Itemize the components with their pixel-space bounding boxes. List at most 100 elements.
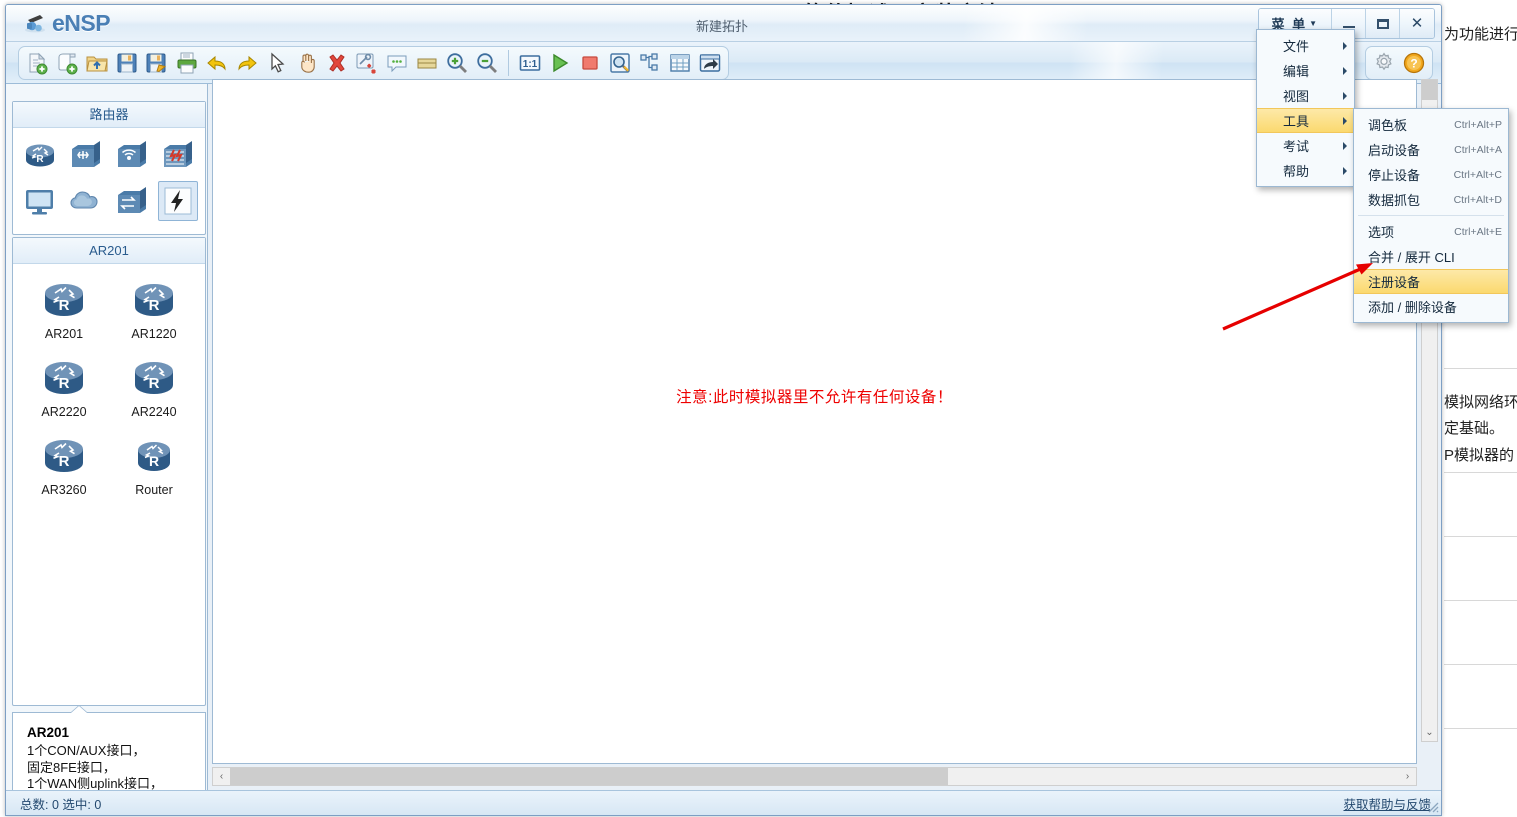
device-model-label: AR201 [44, 327, 84, 341]
menu-item-help[interactable]: 帮助 [1257, 158, 1354, 183]
scroll-right-icon[interactable]: › [1399, 768, 1416, 785]
menu-item-label: 选项 [1368, 225, 1395, 240]
shape-rect-icon[interactable] [413, 49, 441, 77]
help-icon[interactable]: ? [1400, 49, 1428, 77]
submenu-arrow-icon [1343, 141, 1347, 150]
comment-icon[interactable] [383, 49, 411, 77]
resize-grip-icon[interactable] [1426, 800, 1439, 813]
device-info-line: 固定8FE接口， [27, 759, 116, 775]
device-model-label: Router [135, 483, 173, 497]
cloud-category-icon[interactable] [66, 181, 106, 221]
device-model-item[interactable]: R AR2220 [23, 355, 105, 419]
tools-menu-item-stop-device[interactable]: 停止设备 Ctrl+Alt+C [1354, 162, 1508, 187]
menu-item-label: 工具 [1283, 114, 1310, 129]
stop-device-icon[interactable] [576, 49, 604, 77]
menu-item-shortcut: Ctrl+Alt+A [1454, 143, 1502, 156]
menu-item-label: 视图 [1283, 89, 1310, 104]
menu-item-exam[interactable]: 考试 [1257, 133, 1354, 158]
settings-gear-icon[interactable] [1370, 49, 1398, 77]
menu-item-label: 停止设备 [1368, 168, 1421, 183]
tools-menu-item-register-device[interactable]: 注册设备 [1354, 269, 1508, 294]
device-model-item[interactable]: R AR201 [23, 277, 105, 341]
device-model-item[interactable]: R AR1220 [113, 277, 195, 341]
router-icon: R [138, 442, 170, 471]
device-model-label: AR2220 [41, 405, 87, 419]
device-model-item[interactable]: R AR3260 [23, 433, 105, 497]
zoom-in-icon[interactable] [443, 49, 471, 77]
canvas-horizontal-scrollbar[interactable]: ‹ › [212, 767, 1417, 786]
tools-menu-item-options[interactable]: 选项 Ctrl+Alt+E [1354, 219, 1508, 244]
device-model-item[interactable]: R Router [113, 433, 195, 497]
close-button[interactable]: ✕ [1400, 9, 1434, 38]
new-scroll-icon[interactable] [53, 49, 81, 77]
undo-icon[interactable] [203, 49, 231, 77]
menu-item-edit[interactable]: 编辑 [1257, 58, 1354, 83]
menu-item-view[interactable]: 视图 [1257, 83, 1354, 108]
custom-device-category-icon[interactable] [158, 181, 198, 221]
hand-pan-icon[interactable] [293, 49, 321, 77]
menu-item-shortcut: Ctrl+Alt+D [1453, 193, 1502, 206]
wlan-category-icon[interactable] [112, 135, 152, 175]
background-doc-right-text: 为功能进行 [1444, 22, 1517, 48]
tools-submenu-dropdown[interactable]: 调色板 Ctrl+Alt+P 启动设备 Ctrl+Alt+A 停止设备 Ctrl… [1353, 108, 1509, 323]
router-icon: R [45, 440, 83, 472]
menu-item-label: 文件 [1283, 39, 1310, 54]
tools-menu-item-add-remove-device[interactable]: 添加 / 删除设备 [1354, 294, 1508, 319]
menu-item-label: 注册设备 [1368, 275, 1421, 290]
device-info-title: AR201 [27, 725, 70, 740]
redo-icon[interactable] [233, 49, 261, 77]
zoom-out-icon[interactable] [473, 49, 501, 77]
help-feedback-link[interactable]: 获取帮助与反馈 [1343, 794, 1431, 813]
grid-icon[interactable] [666, 49, 694, 77]
submenu-arrow-icon [1343, 41, 1347, 50]
tools-menu-item-start-device[interactable]: 启动设备 Ctrl+Alt+A [1354, 137, 1508, 162]
delete-link-icon[interactable] [353, 49, 381, 77]
scroll-down-icon[interactable]: ⌄ [1422, 724, 1437, 741]
topology-tree-icon[interactable] [636, 49, 664, 77]
capture-packet-icon[interactable] [606, 49, 634, 77]
main-menu-dropdown[interactable]: 文件 编辑 视图 工具 考试 帮助 [1256, 29, 1355, 187]
minimize-icon [1342, 26, 1355, 28]
pointer-icon[interactable] [263, 49, 291, 77]
menu-item-file[interactable]: 文件 [1257, 33, 1354, 58]
delete-icon[interactable] [323, 49, 351, 77]
topology-canvas[interactable]: 注意:此时模拟器里不允许有任何设备！ [212, 79, 1417, 764]
maximize-button[interactable] [1366, 9, 1400, 38]
zoom-reset-icon[interactable]: 1:1 [516, 49, 544, 77]
document-tab-label: 新建拓扑 [696, 19, 749, 34]
restore-view-icon[interactable] [696, 49, 724, 77]
svg-text:R: R [59, 375, 70, 392]
router-icon: R [45, 284, 83, 316]
horizontal-scroll-thumb[interactable] [230, 768, 948, 785]
background-divider [1444, 368, 1517, 369]
vertical-scroll-thumb[interactable] [1422, 80, 1437, 100]
background-divider-4 [1444, 600, 1517, 601]
menu-item-label: 数据抓包 [1368, 193, 1421, 208]
connection-category-icon[interactable] [112, 181, 152, 221]
open-folder-icon[interactable] [83, 49, 111, 77]
device-model-grid: R AR201 R AR1220 R AR2220 R AR2240 R AR3… [13, 264, 205, 497]
new-topology-icon[interactable] [23, 49, 51, 77]
router-category-icon[interactable]: R [20, 135, 60, 175]
app-logo-text: eNSP [52, 10, 111, 36]
scroll-left-icon[interactable]: ‹ [213, 768, 230, 785]
menu-item-label: 考试 [1283, 139, 1310, 154]
menu-item-tools[interactable]: 工具 [1257, 108, 1354, 133]
firewall-category-icon[interactable] [158, 135, 198, 175]
menu-item-label: 添加 / 删除设备 [1368, 300, 1457, 315]
tools-menu-item-capture-packet[interactable]: 数据抓包 Ctrl+Alt+D [1354, 187, 1508, 212]
submenu-arrow-icon [1343, 116, 1347, 125]
device-model-label: AR1220 [131, 327, 177, 341]
tools-menu-item-merge-expand-cli[interactable]: 合并 / 展开 CLI [1354, 244, 1508, 269]
tools-menu-item-palette[interactable]: 调色板 Ctrl+Alt+P [1354, 112, 1508, 137]
terminal-category-icon[interactable] [20, 181, 60, 221]
submenu-arrow-icon [1343, 66, 1347, 75]
save-as-icon[interactable] [143, 49, 171, 77]
device-model-item[interactable]: R AR2240 [113, 355, 195, 419]
save-icon[interactable] [113, 49, 141, 77]
close-icon: ✕ [1410, 15, 1424, 32]
background-doc-lower-text: 模拟网络环 定基础。 P模拟器的 [1444, 390, 1517, 469]
switch-category-icon[interactable] [66, 135, 106, 175]
start-device-icon[interactable] [546, 49, 574, 77]
print-icon[interactable] [173, 49, 201, 77]
